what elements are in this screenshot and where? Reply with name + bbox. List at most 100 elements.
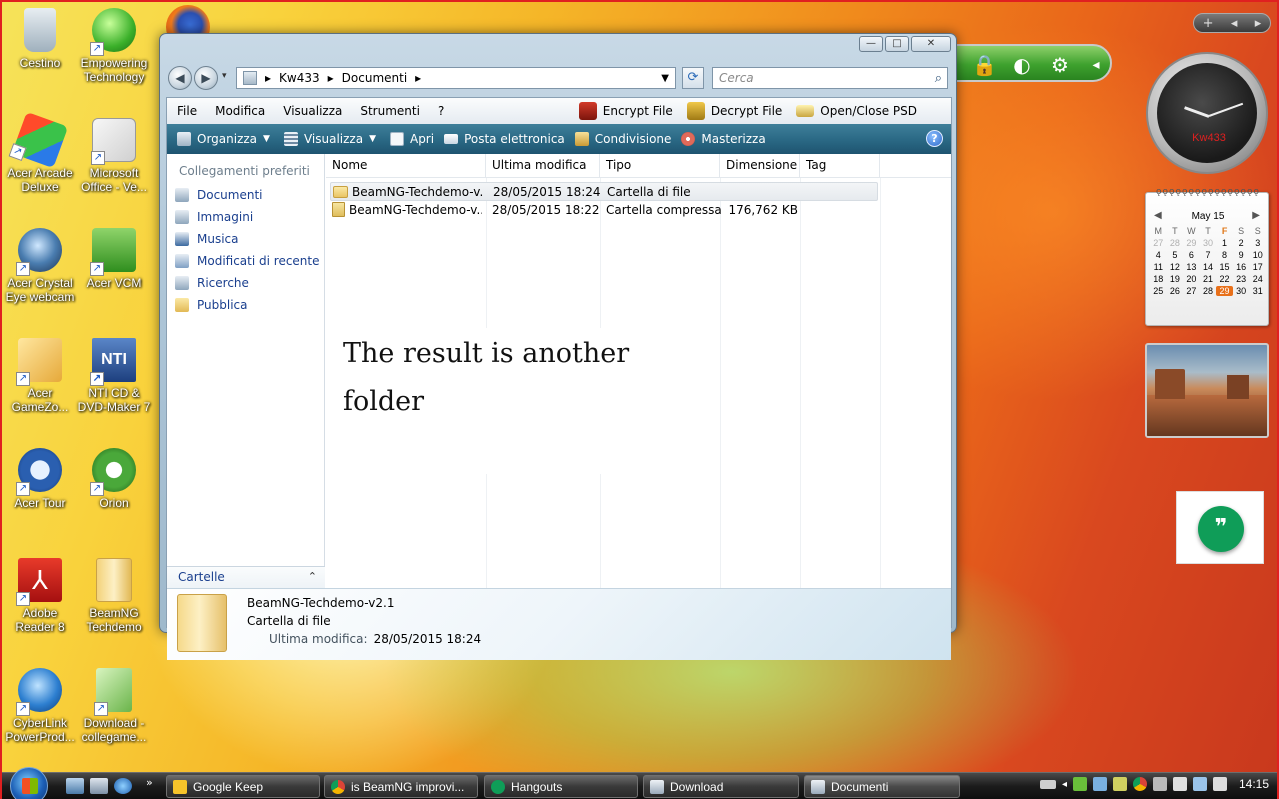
cmd-masterizza[interactable]: Masterizza <box>681 132 766 146</box>
calendar-day[interactable]: 31 <box>1249 286 1266 296</box>
start-button[interactable] <box>10 767 48 799</box>
calendar-gadget[interactable]: ǫǫǫǫǫǫǫǫǫǫǫǫǫǫǫǫ ◀ May 15 ▶ M T W T F S S 27 28 2… <box>1145 187 1269 326</box>
calendar-day[interactable]: 9 <box>1233 250 1250 260</box>
calendar-day[interactable]: 4 <box>1150 250 1167 260</box>
fav-modificati-recente[interactable]: Modificati di recente <box>175 254 320 268</box>
display-tray-icon[interactable] <box>1152 777 1167 791</box>
volume-tray-icon[interactable] <box>1212 777 1227 791</box>
calendar-day[interactable]: 28 <box>1200 286 1217 296</box>
column-tag[interactable]: Tag <box>800 154 880 178</box>
column-nome[interactable]: Nome <box>326 154 486 178</box>
fav-musica[interactable]: Musica <box>175 232 239 246</box>
breadcrumb-kw433[interactable]: Kw433 <box>279 71 320 85</box>
desktop-icon-acer-vcm[interactable]: ↗ Acer VCM <box>76 228 152 290</box>
calendar-day[interactable]: 26 <box>1167 286 1184 296</box>
column-ultima-modifica[interactable]: Ultima modifica <box>486 154 600 178</box>
calendar-day[interactable]: 8 <box>1216 250 1233 260</box>
chrome-tray-icon[interactable] <box>1132 777 1147 791</box>
decrypt-file-button[interactable]: Decrypt File <box>686 102 782 120</box>
quicklaunch-overflow-icon[interactable]: » <box>146 776 153 789</box>
calendar-day[interactable]: 25 <box>1150 286 1167 296</box>
calendar-day[interactable]: 11 <box>1150 262 1167 272</box>
calendar-day[interactable]: 27 <box>1183 286 1200 296</box>
desktop-icon-acer-tour[interactable]: ↗ Acer Tour <box>2 448 78 510</box>
refresh-button[interactable]: ⟳ <box>682 67 704 89</box>
menu-help[interactable]: ? <box>428 104 452 118</box>
clock-gadget[interactable]: Kw433 <box>1146 52 1268 174</box>
menu-modifica[interactable]: Modifica <box>205 104 273 118</box>
calendar-day[interactable]: 20 <box>1183 274 1200 284</box>
calendar-day[interactable]: 27 <box>1150 238 1167 248</box>
internet-explorer-icon[interactable] <box>114 778 132 794</box>
fav-documenti[interactable]: Documenti <box>175 188 263 202</box>
shield-icon[interactable]: ◐ <box>1010 53 1034 77</box>
desktop-icon-orion[interactable]: ↗ Orion <box>76 448 152 510</box>
calendar-day[interactable]: 14 <box>1200 262 1217 272</box>
cmd-posta-elettronica[interactable]: Posta elettronica <box>444 132 565 146</box>
security-tray-icon[interactable] <box>1072 777 1087 791</box>
device-tray-icon[interactable] <box>1172 777 1187 791</box>
calendar-day[interactable]: 6 <box>1183 250 1200 260</box>
calendar-day[interactable]: 23 <box>1233 274 1250 284</box>
calendar-day[interactable]: 29 <box>1216 286 1233 296</box>
maximize-button[interactable]: □ <box>885 36 909 52</box>
taskbar-hangouts[interactable]: Hangouts <box>484 775 638 798</box>
calendar-day[interactable]: 19 <box>1167 274 1184 284</box>
collapse-icon[interactable]: ◂ <box>1084 53 1108 77</box>
open-close-psd-button[interactable]: Open/Close PSD <box>796 104 917 118</box>
switch-windows-icon[interactable] <box>90 778 108 794</box>
prev-gadget-button[interactable]: ◂ <box>1231 16 1238 31</box>
desktop-icon-cyberlink[interactable]: ↗ CyberLink PowerProd... <box>2 668 78 744</box>
calendar-day[interactable]: 15 <box>1216 262 1233 272</box>
calendar-day[interactable]: 22 <box>1216 274 1233 284</box>
fav-pubblica[interactable]: Pubblica <box>175 298 247 312</box>
calendar-day[interactable]: 16 <box>1233 262 1250 272</box>
taskbar-download[interactable]: Download <box>643 775 799 798</box>
menu-strumenti[interactable]: Strumenti <box>350 104 428 118</box>
column-dimensione[interactable]: Dimensione <box>720 154 800 178</box>
menu-visualizza[interactable]: Visualizza <box>273 104 350 118</box>
calendar-day[interactable]: 30 <box>1200 238 1217 248</box>
next-gadget-button[interactable]: ▸ <box>1255 16 1262 31</box>
connection-tray-icon[interactable] <box>1192 777 1207 791</box>
hangouts-quote-icon[interactable]: ❞ <box>1198 506 1244 552</box>
taskbar-documenti[interactable]: Documenti <box>804 775 960 798</box>
cmd-condivisione[interactable]: Condivisione <box>574 132 671 146</box>
calendar-day[interactable]: 17 <box>1249 262 1266 272</box>
desktop-icon-nti[interactable]: NTI ↗ NTI CD & DVD-Maker 7 <box>76 338 152 414</box>
column-tipo[interactable]: Tipo <box>600 154 720 178</box>
desktop-icon-adobe-reader[interactable]: ⅄ ↗ Adobe Reader 8 <box>2 558 78 634</box>
search-icon[interactable]: ⌕ <box>935 69 942 89</box>
taskbar-clock[interactable]: 14:15 <box>1239 777 1269 791</box>
file-row[interactable]: BeamNG-Techdemo-v... 28/05/2015 18:24 Ca… <box>330 182 878 201</box>
desktop-icon-webcam[interactable]: ↗ Acer Crystal Eye webcam <box>2 228 78 304</box>
desktop-icon-cestino[interactable]: Cestino <box>2 8 78 70</box>
cmd-apri[interactable]: Apri <box>389 132 434 146</box>
desktop-icon-beamng[interactable]: BeamNG Techdemo <box>76 558 152 634</box>
address-bar[interactable]: ▸ Kw433 ▸ Documenti ▸ ▼ <box>236 67 676 89</box>
calendar-day[interactable]: 30 <box>1233 286 1250 296</box>
desktop-icon-download[interactable]: ↗ Download - collegame... <box>76 668 152 744</box>
tray-expand-icon[interactable]: ◂ <box>1062 779 1067 790</box>
address-dropdown-icon[interactable]: ▼ <box>661 73 669 84</box>
fav-ricerche[interactable]: Ricerche <box>175 276 249 290</box>
lock-icon[interactable]: 🔒 <box>972 53 997 77</box>
keyboard-icon[interactable] <box>1039 779 1056 789</box>
calendar-day[interactable]: 21 <box>1200 274 1217 284</box>
desktop-icon-acer-arcade[interactable]: ↗ Acer Arcade Deluxe <box>2 111 78 194</box>
menu-file[interactable]: File <box>167 104 205 118</box>
calendar-day[interactable]: 10 <box>1249 250 1266 260</box>
breadcrumb-separator[interactable]: ▸ <box>265 71 271 85</box>
cmd-visualizza[interactable]: Visualizza ▼ <box>283 132 376 146</box>
update-tray-icon[interactable] <box>1112 777 1127 791</box>
calendar-day[interactable]: 12 <box>1167 262 1184 272</box>
add-gadget-button[interactable]: + <box>1203 16 1214 31</box>
desktop-icon-ms-office[interactable]: ↗ Microsoft Office - Ve... <box>76 118 152 194</box>
calendar-day[interactable]: 3 <box>1249 238 1266 248</box>
network-tray-icon[interactable] <box>1092 777 1107 791</box>
slideshow-gadget[interactable] <box>1145 343 1269 438</box>
recent-pages-dropdown[interactable]: ▾ <box>222 71 227 81</box>
calendar-day[interactable]: 28 <box>1167 238 1184 248</box>
breadcrumb-separator[interactable]: ▸ <box>415 71 421 85</box>
help-icon[interactable]: ? <box>926 130 943 147</box>
